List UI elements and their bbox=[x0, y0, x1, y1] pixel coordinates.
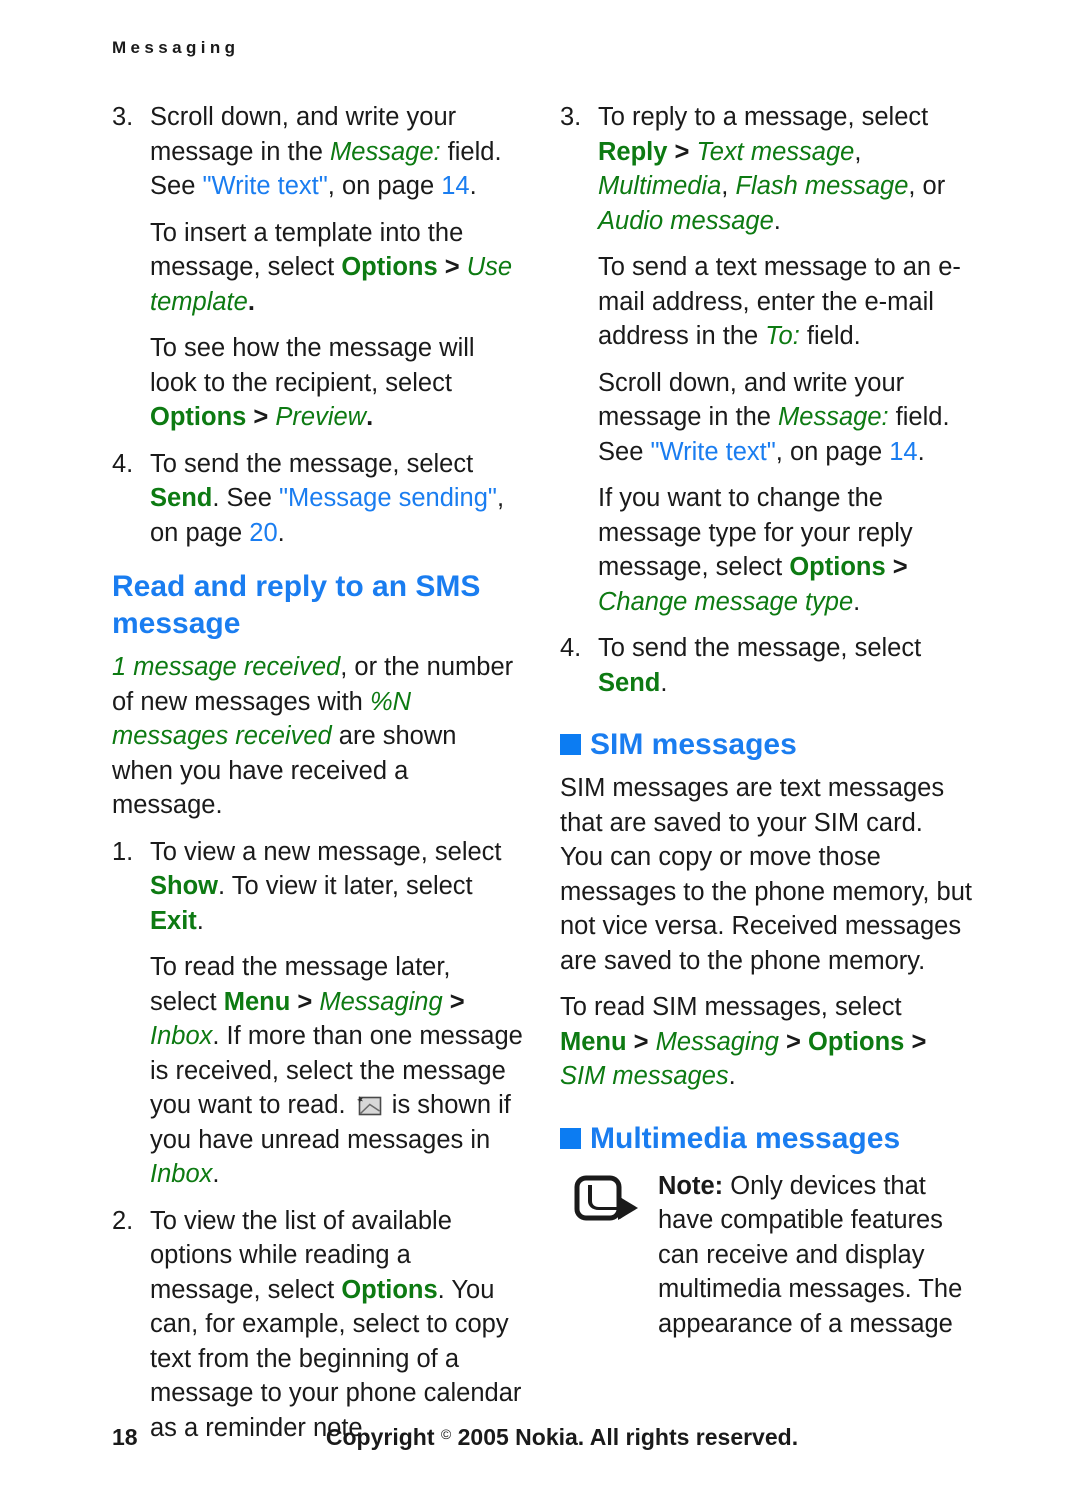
ui-inbox: Inbox bbox=[150, 1160, 213, 1188]
manual-page: Messaging 3. Scroll down, and write your… bbox=[0, 0, 1080, 1496]
left-column: 3. Scroll down, and write your message i… bbox=[112, 100, 524, 1457]
ui-options: Options bbox=[341, 253, 438, 281]
step2-text: To view the list of available options wh… bbox=[150, 1206, 522, 1442]
ui-text-message: Text message bbox=[696, 137, 855, 166]
ui-messaging: Messaging bbox=[655, 1027, 779, 1056]
copyright-notice: Copyright © 2005 Nokia. All rights reser… bbox=[325, 1424, 799, 1450]
list-item-step4-left: 4. To send the message, select Send. See… bbox=[112, 447, 524, 551]
paragraph-read-later: To read the message later, select Menu >… bbox=[150, 953, 523, 1188]
step-number: 3. bbox=[112, 103, 134, 131]
step-number: 4. bbox=[560, 634, 582, 662]
page-ref-20[interactable]: 20 bbox=[249, 519, 277, 547]
paragraph-message-received: 1 message received, or the number of new… bbox=[112, 653, 514, 819]
list-item-step2-left: 2. To view the list of available options… bbox=[112, 1204, 524, 1446]
list-item-step3-left: 3. Scroll down, and write your message i… bbox=[112, 100, 524, 204]
note-arrow-icon bbox=[574, 1175, 640, 1227]
ui-audio-message: Audio message bbox=[598, 206, 774, 235]
ui-options: Options bbox=[341, 1275, 438, 1304]
heading-multimedia-messages: Multimedia messages bbox=[560, 1120, 972, 1157]
note-text: Note: Only devices that have compatible … bbox=[658, 1171, 963, 1338]
ui-menu: Menu bbox=[560, 1027, 627, 1056]
heading-read-and-reply-sms: Read and reply to an SMS message bbox=[112, 570, 481, 640]
ui-reply: Reply bbox=[598, 137, 668, 166]
ui-options: Options bbox=[150, 403, 247, 431]
step3-text: To reply to a message, select Reply > Te… bbox=[598, 103, 946, 235]
running-head: Messaging bbox=[112, 38, 240, 57]
ui-change-message-type: Change message type bbox=[598, 587, 854, 616]
paragraph-sim-body: SIM messages are text messages that are … bbox=[560, 774, 972, 975]
cross-ref-message-sending[interactable]: "Message sending" bbox=[279, 484, 497, 512]
cross-ref-write-text[interactable]: "Write text" bbox=[202, 172, 327, 200]
ui-to-field: To: bbox=[765, 322, 800, 350]
paragraph-use-template: To insert a template into the message, s… bbox=[150, 218, 513, 316]
step-number: 1. bbox=[112, 837, 134, 866]
unread-message-envelope-icon bbox=[356, 1091, 382, 1116]
cross-ref-write-text[interactable]: "Write text" bbox=[650, 438, 775, 466]
step-number: 4. bbox=[112, 449, 134, 478]
ui-multimedia: Multimedia bbox=[598, 172, 722, 200]
paragraph-read-sim-messages: To read SIM messages, select Menu > Mess… bbox=[560, 993, 927, 1090]
page-ref-14[interactable]: 14 bbox=[441, 172, 469, 200]
ui-messaging: Messaging bbox=[319, 987, 443, 1016]
right-column: 3. To reply to a message, select Reply >… bbox=[560, 100, 972, 1341]
page-footer: 18 Copyright © 2005 Nokia. All rights re… bbox=[0, 1424, 1080, 1458]
paragraph-preview: To see how the message will look to the … bbox=[150, 334, 475, 431]
heading-sim-messages: SIM messages bbox=[560, 726, 972, 763]
step-number: 2. bbox=[112, 1206, 134, 1235]
paragraph-change-message-type: If you want to change the message type f… bbox=[598, 484, 913, 616]
ui-message-field: Message: bbox=[778, 403, 889, 431]
step4-text: To send the message, select Send. bbox=[598, 634, 922, 697]
step-number: 3. bbox=[560, 103, 582, 131]
ui-options: Options bbox=[808, 1027, 905, 1056]
paragraph-email-address: To send a text message to an e-mail addr… bbox=[598, 253, 961, 350]
ui-options: Options bbox=[789, 553, 886, 581]
ui-exit: Exit bbox=[150, 906, 197, 935]
heading-multimedia-messages-label: Multimedia messages bbox=[590, 1121, 901, 1155]
heading-sim-messages-label: SIM messages bbox=[590, 728, 797, 761]
ui-send: Send bbox=[598, 668, 661, 697]
ui-send: Send bbox=[150, 484, 213, 512]
page-ref-14[interactable]: 14 bbox=[889, 438, 917, 466]
list-item-step3-right: 3. To reply to a message, select Reply >… bbox=[560, 100, 972, 238]
blue-square-bullet-icon bbox=[560, 1127, 581, 1149]
note-label: Note: bbox=[658, 1171, 724, 1200]
list-item-step1-left: 1. To view a new message, select Show. T… bbox=[112, 835, 524, 939]
blue-square-bullet-icon bbox=[560, 734, 581, 755]
ui-sim-messages: SIM messages bbox=[560, 1062, 729, 1090]
paragraph-scroll-down: Scroll down, and write your message in t… bbox=[598, 368, 950, 466]
step1-text: To view a new message, select Show. To v… bbox=[150, 837, 502, 935]
ui-field-message: Message: bbox=[330, 137, 441, 166]
ui-flash-message: Flash message bbox=[735, 172, 909, 200]
ui-inbox: Inbox bbox=[150, 1022, 213, 1050]
step4-text: To send the message, select Send. See "M… bbox=[150, 449, 505, 547]
ui-preview: Preview bbox=[275, 403, 367, 431]
ui-1-message-received: 1 message received bbox=[112, 653, 341, 681]
list-item-step4-right: 4. To send the message, select Send. bbox=[560, 631, 972, 700]
ui-show: Show bbox=[150, 872, 218, 900]
step3-text: Scroll down, and write your message in t… bbox=[150, 103, 502, 200]
ui-menu: Menu bbox=[223, 987, 291, 1016]
note-callout: Note: Only devices that have compatible … bbox=[560, 1169, 972, 1342]
copyright-symbol: © bbox=[440, 1426, 452, 1442]
